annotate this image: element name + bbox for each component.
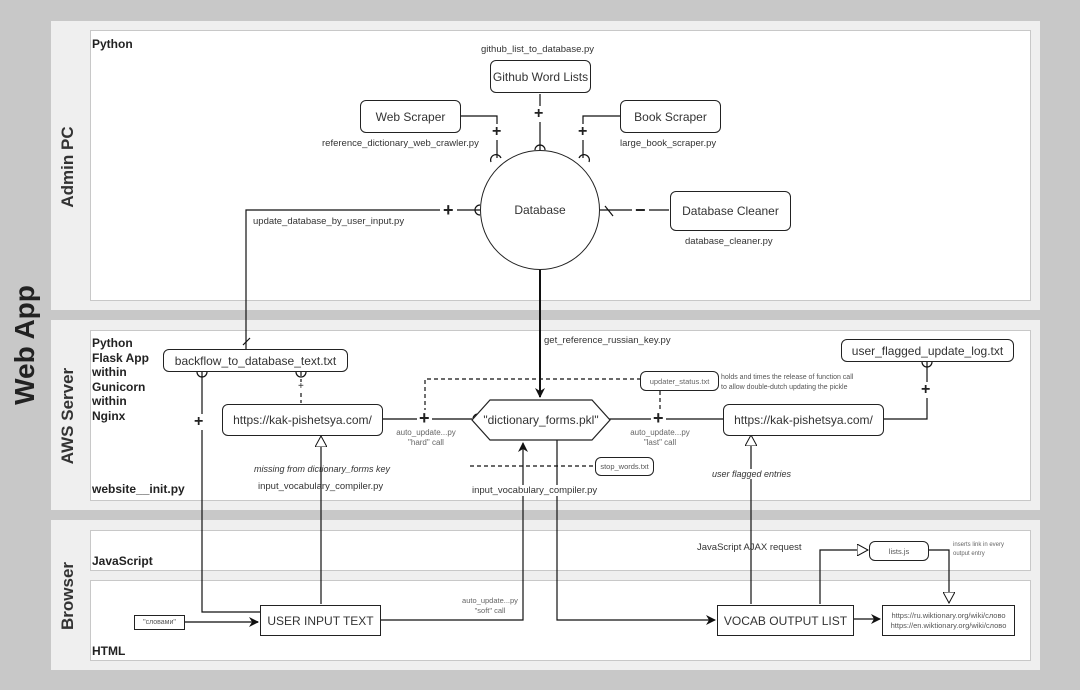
ajax-caption: JavaScript AJAX request [697, 542, 802, 553]
hard-call-caption: auto_update...py "hard" call [396, 428, 456, 447]
vocab-output-list-node[interactable]: VOCAB OUTPUT LIST [717, 605, 854, 636]
web-scraper-node[interactable]: Web Scraper [360, 100, 461, 133]
dictionary-forms-label: "dictionary_forms.pkl" [483, 413, 599, 427]
input-to-dictforms [380, 442, 528, 621]
wiktionary-links-node[interactable]: https://ru.wiktionary.org/wiki/слово htt… [882, 605, 1015, 636]
user-flagged-log-label: user_flagged_update_log.txt [851, 343, 1004, 358]
backflow-text-label: backflow_to_database_text.txt [174, 353, 337, 368]
wiktionary-en-link[interactable]: https://en.wiktionary.org/wiki/слово [891, 621, 1007, 631]
updater-status-node[interactable]: updater_status.txt [640, 371, 719, 391]
missing-key-note: missing from dictionary_forms key [254, 464, 391, 474]
web-scraper-caption: reference_dictionary_web_crawler.py [322, 138, 479, 149]
plus-hard-call: + [417, 408, 432, 428]
user-flagged-log-node[interactable]: user_flagged_update_log.txt [841, 339, 1014, 362]
book-scraper-label: Book Scraper [634, 109, 707, 124]
github-caption: github_list_to_database.py [481, 44, 595, 55]
site-left-label: https://kak-pishetsya.com/ [233, 413, 372, 427]
listsjs-to-wiktionary [929, 549, 949, 603]
book-scraper-caption: large_book_scraper.py [620, 138, 717, 149]
updater-status-label: updater_status.txt [649, 376, 710, 386]
soft-call-caption: auto_update...py "soft" call [462, 596, 518, 615]
lists-js-node[interactable]: lists.js [869, 541, 929, 561]
database-label: Database [514, 203, 566, 217]
vocab-to-listsjs [819, 550, 868, 604]
user-flagged-note: user flagged entries [712, 469, 792, 479]
bookscraper-to-db [582, 115, 620, 158]
user-input-text-label: USER INPUT TEXT [267, 613, 374, 628]
database-cleaner-label: Database Cleaner [682, 204, 779, 218]
site-right-label: https://kak-pishetsya.com/ [734, 413, 873, 427]
plus-backflow-input: + [193, 413, 205, 430]
book-scraper-node[interactable]: Book Scraper [620, 100, 721, 133]
update-by-user-caption: update_database_by_user_input.py [253, 216, 405, 227]
db-to-backflow [245, 209, 480, 349]
stop-words-label: stop_words.txt [600, 462, 649, 471]
github-word-lists-label: Github Word Lists [492, 69, 589, 84]
plus-backflow-site: + [297, 381, 305, 392]
wiktionary-ru-link[interactable]: https://ru.wiktionary.org/wiki/слово [891, 611, 1005, 621]
plus-bookscraper: + [577, 123, 589, 140]
site-right-node[interactable]: https://kak-pishetsya.com/ [723, 404, 884, 436]
compiler-left-caption: input_vocabulary_compiler.py [258, 481, 384, 492]
minus-cleaner: − [632, 201, 649, 219]
get-key-caption: get_reference_russian_key.py [544, 335, 671, 346]
plus-user-log: + [920, 381, 932, 398]
database-node[interactable]: Database [480, 150, 600, 270]
vocab-output-list-label: VOCAB OUTPUT LIST [723, 613, 848, 628]
plus-update-by-user: + [440, 201, 457, 219]
database-cleaner-caption: database_cleaner.py [685, 236, 773, 247]
stop-words-node[interactable]: stop_words.txt [595, 457, 654, 476]
site-left-node[interactable]: https://kak-pishetsya.com/ [222, 404, 383, 436]
updater-status-note: holds and times the release of function … [721, 374, 854, 391]
sample-word-label: "словами" [143, 619, 176, 626]
plus-webscraper: + [491, 123, 503, 140]
github-word-lists-node[interactable]: Github Word Lists [490, 60, 591, 93]
plus-last-call: + [651, 408, 666, 428]
sample-word-node[interactable]: "словами" [134, 615, 185, 630]
plus-github: + [533, 105, 545, 122]
lists-js-note: inserts link in every output entry [953, 542, 1005, 557]
user-input-text-node[interactable]: USER INPUT TEXT [260, 605, 381, 636]
last-call-caption: auto_update...py "last" call [630, 428, 690, 447]
database-cleaner-node[interactable]: Database Cleaner [670, 191, 791, 231]
backflow-text-node[interactable]: backflow_to_database_text.txt [163, 349, 348, 372]
lists-js-label: lists.js [888, 546, 910, 556]
web-scraper-label: Web Scraper [375, 109, 446, 124]
compiler-center-caption: input_vocabulary_compiler.py [472, 485, 598, 496]
